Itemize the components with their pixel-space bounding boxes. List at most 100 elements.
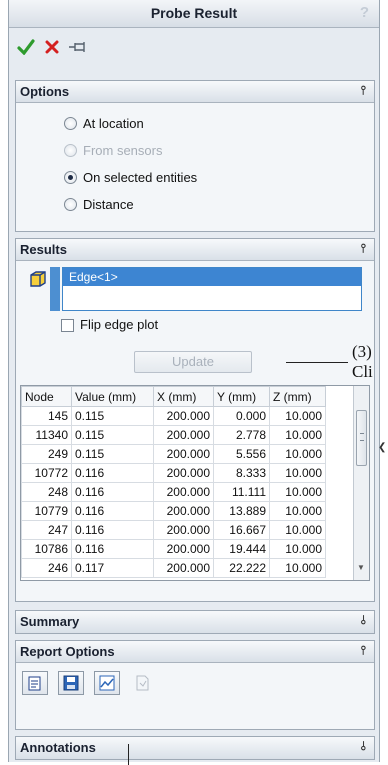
update-button[interactable]: Update — [134, 351, 252, 373]
option-distance[interactable]: Distance — [64, 194, 134, 214]
option-from-sensors: From sensors — [64, 140, 162, 160]
report-options-title: Report Options — [20, 644, 115, 659]
table-cell: 200.000 — [153, 406, 214, 426]
property-manager-pane: Probe Result ? Options ⫯ At location Fro… — [8, 0, 380, 762]
ok-button[interactable] — [15, 36, 37, 58]
collapse-chevron-icon[interactable]: ⫯ — [361, 643, 366, 658]
panel-title: Probe Result — [150, 5, 238, 21]
column-header[interactable]: Value (mm) — [71, 386, 154, 407]
report-icon — [28, 676, 41, 691]
table-cell: 10.000 — [269, 558, 326, 578]
annotations-group: Annotations ⫰ — [15, 736, 375, 760]
options-header[interactable]: Options ⫯ — [16, 81, 374, 103]
radio-button[interactable] — [64, 170, 77, 184]
table-cell: 5.556 — [213, 444, 270, 464]
expand-chevron-icon[interactable]: ⫰ — [361, 739, 366, 754]
table-cell: 246 — [21, 558, 72, 578]
table-row[interactable]: 249 0.115 200.000 5.556 10.000 — [21, 444, 326, 464]
option-label: On selected entities — [83, 169, 198, 185]
column-header[interactable]: Node — [21, 386, 72, 407]
column-header[interactable]: X (mm) — [153, 386, 214, 407]
pushpin-button[interactable] — [67, 36, 89, 58]
selected-entities-box[interactable]: Edge<1> — [62, 267, 362, 311]
table-cell: 0.116 — [71, 501, 154, 521]
save-to-report-button[interactable] — [22, 671, 48, 695]
flip-edge-plot-checkbox[interactable] — [61, 319, 74, 332]
scroll-down-arrow-icon[interactable]: ▼ — [357, 563, 365, 572]
report-options-header[interactable]: Report Options ⫯ — [16, 641, 374, 663]
edge-selection-icon — [30, 271, 46, 287]
callout-step-number: (3) — [352, 342, 372, 361]
table-row[interactable]: 10786 0.116 200.000 19.444 10.000 — [21, 539, 326, 559]
table-cell: 10779 — [21, 501, 72, 521]
table-scrollbar[interactable]: ▼ — [353, 386, 369, 580]
report-options-group: Report Options ⫯ — [15, 640, 375, 730]
table-cell: 200.000 — [153, 558, 214, 578]
help-icon[interactable]: ? — [360, 4, 369, 21]
option-label: From sensors — [83, 142, 163, 158]
column-header[interactable]: Z (mm) — [269, 386, 326, 407]
expand-chevron-icon[interactable]: ⫰ — [361, 613, 366, 628]
table-row[interactable]: 145 0.115 200.000 0.000 10.000 — [21, 406, 326, 426]
callout-text: Cli — [352, 362, 373, 381]
option-on-selected-entities[interactable]: On selected entities — [64, 167, 197, 187]
option-label: Distance — [83, 196, 134, 212]
table-cell: 0.116 — [71, 520, 154, 540]
table-cell: 200.000 — [153, 501, 214, 521]
radio-button — [64, 143, 77, 157]
collapse-chevron-icon[interactable]: ⫯ — [361, 83, 366, 98]
table-row[interactable]: 246 0.117 200.000 22.222 10.000 — [21, 558, 326, 578]
table-cell: 200.000 — [153, 520, 214, 540]
table-row[interactable]: 248 0.116 200.000 11.111 10.000 — [21, 482, 326, 502]
annotations-header[interactable]: Annotations ⫰ — [16, 737, 374, 759]
table-cell: 0.115 — [71, 406, 154, 426]
summary-header[interactable]: Summary ⫰ — [16, 611, 374, 633]
table-cell: 10.000 — [269, 520, 326, 540]
table-cell: 10772 — [21, 463, 72, 483]
graph-icon — [99, 675, 115, 691]
table-cell: 2.778 — [213, 425, 270, 445]
table-cell: 10.000 — [269, 444, 326, 464]
table-header-row: Node Value (mm) X (mm) Y (mm) Z (mm) — [21, 386, 326, 407]
radio-button[interactable] — [64, 116, 77, 130]
table-cell: 10.000 — [269, 539, 326, 559]
cancel-button[interactable] — [41, 36, 63, 58]
table-cell: 0.116 — [71, 463, 154, 483]
column-header[interactable]: Y (mm) — [213, 386, 270, 407]
cancel-x-icon — [45, 40, 59, 54]
step-callout: (3) Cli — [352, 342, 373, 382]
table-row[interactable]: 10772 0.116 200.000 8.333 10.000 — [21, 463, 326, 483]
results-header[interactable]: Results ⫯ — [16, 239, 374, 261]
option-at-location[interactable]: At location — [64, 113, 144, 133]
table-cell: 200.000 — [153, 463, 214, 483]
annotations-title: Annotations — [20, 740, 96, 755]
table-row[interactable]: 11340 0.115 200.000 2.778 10.000 — [21, 425, 326, 445]
table-cell: 247 — [21, 520, 72, 540]
table-cell: 13.889 — [213, 501, 270, 521]
table-cell: 0.115 — [71, 444, 154, 464]
panel-titlebar: Probe Result ? — [9, 0, 379, 28]
collapse-chevron-icon[interactable]: ⫯ — [361, 241, 366, 256]
checkmark-icon — [17, 39, 35, 55]
table-cell: 16.667 — [213, 520, 270, 540]
table-cell: 0.115 — [71, 425, 154, 445]
table-cell: 10.000 — [269, 463, 326, 483]
table-cell: 248 — [21, 482, 72, 502]
table-cell: 0.116 — [71, 539, 154, 559]
sensor-icon — [136, 675, 149, 691]
table-row[interactable]: 247 0.116 200.000 16.667 10.000 — [21, 520, 326, 540]
pane-resize-handle-icon[interactable]: ❮ — [378, 442, 388, 462]
selected-edge-item[interactable]: Edge<1> — [63, 268, 361, 286]
plot-button[interactable] — [94, 671, 120, 695]
summary-title: Summary — [20, 614, 80, 629]
option-label: At location — [83, 115, 144, 131]
table-cell: 0.000 — [213, 406, 270, 426]
save-button[interactable] — [58, 671, 84, 695]
radio-button[interactable] — [64, 197, 77, 211]
table-row[interactable]: 10779 0.116 200.000 13.889 10.000 — [21, 501, 326, 521]
options-group: Options ⫯ At location From sensors On se… — [15, 80, 375, 232]
scrollbar-thumb[interactable] — [356, 410, 367, 466]
callout-leader-line — [286, 362, 348, 363]
options-title: Options — [20, 84, 70, 99]
table-cell: 0.117 — [71, 558, 154, 578]
